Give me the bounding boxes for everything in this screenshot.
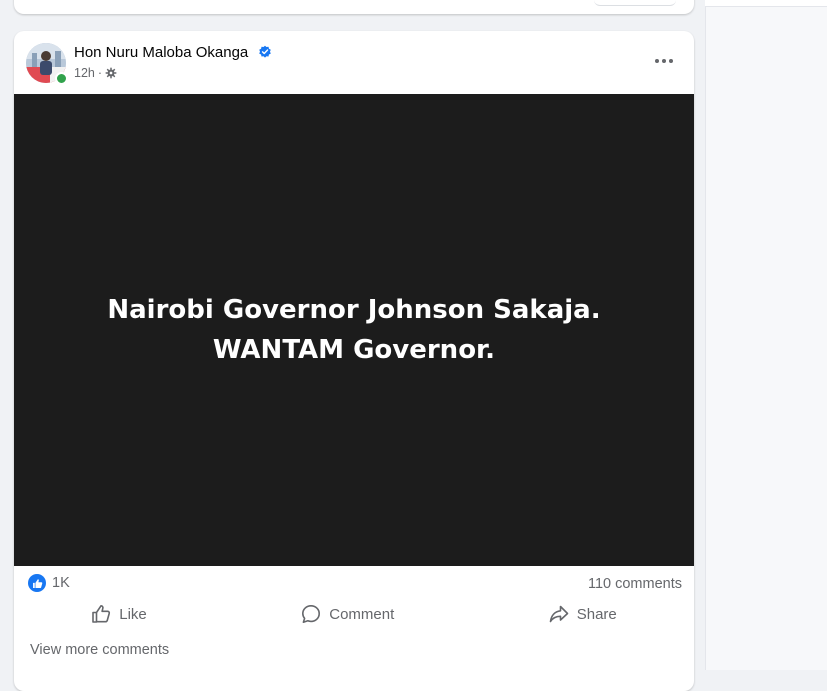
verified-badge-icon xyxy=(259,45,271,58)
like-reaction-icon xyxy=(28,574,46,592)
like-button-label: Like xyxy=(119,605,147,623)
previous-post-card xyxy=(14,0,694,14)
more-horizontal-icon xyxy=(655,59,673,63)
meta-separator: · xyxy=(97,66,103,80)
previous-post-button[interactable] xyxy=(594,0,676,6)
comment-button[interactable]: Comment xyxy=(273,598,422,630)
post-text-background[interactable]: Nairobi Governor Johnson Sakaja. WANTAM … xyxy=(14,94,694,566)
right-sidebar-header xyxy=(705,0,827,7)
comments-count-link[interactable]: 110 comments xyxy=(588,576,682,592)
like-button[interactable]: Like xyxy=(63,598,175,630)
post-text-line-2: WANTAM Governor. xyxy=(212,335,496,365)
reactions-summary[interactable]: 1K xyxy=(28,574,70,592)
share-arrow-icon xyxy=(549,605,569,623)
thumbs-up-icon xyxy=(92,605,111,623)
post-options-button[interactable] xyxy=(648,47,680,75)
author-name-link[interactable]: Hon Nuru Maloba Okanga xyxy=(74,44,248,61)
online-status-dot xyxy=(55,72,68,85)
right-sidebar xyxy=(705,0,827,670)
post-card: Hon Nuru Maloba Okanga 12h · Nairobi Gov… xyxy=(14,31,694,691)
post-action-bar: Like Comment Share xyxy=(14,597,694,631)
post-text-line-1: Nairobi Governor Johnson Sakaja. xyxy=(107,295,601,325)
post-timestamp-link[interactable]: 12h xyxy=(74,66,95,80)
speech-bubble-icon xyxy=(302,605,321,623)
reactions-count: 1K xyxy=(52,575,70,591)
share-button[interactable]: Share xyxy=(521,598,645,630)
post-meta: 12h · xyxy=(74,66,117,80)
comment-button-label: Comment xyxy=(329,605,395,623)
view-more-comments-link[interactable]: View more comments xyxy=(30,642,169,658)
share-button-label: Share xyxy=(576,605,617,623)
settings-gear-icon[interactable] xyxy=(105,67,117,79)
